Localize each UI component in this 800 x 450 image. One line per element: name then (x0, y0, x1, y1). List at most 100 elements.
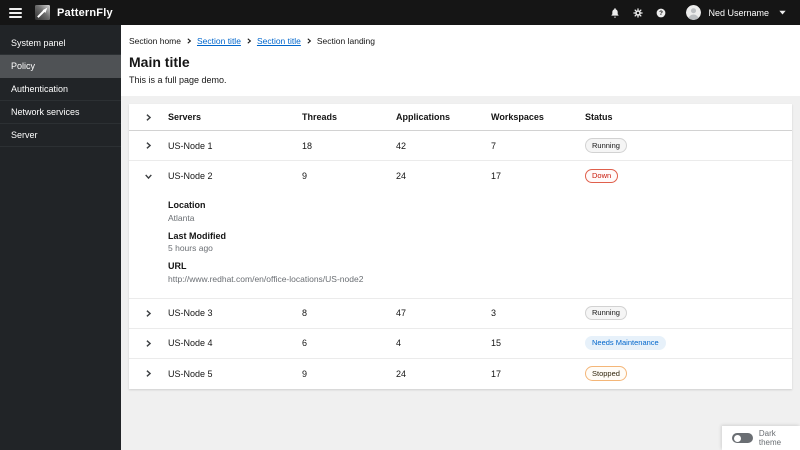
page-description: This is a full page demo. (129, 75, 227, 85)
hamburger-icon (9, 7, 22, 18)
chevron-right-icon (146, 113, 152, 121)
servers-table: Servers Threads Applications Workspaces … (129, 104, 792, 389)
applications-value: 47 (396, 308, 407, 318)
toggle-knob-icon (733, 434, 741, 442)
column-header-applications: Applications (396, 112, 451, 122)
collapse-all-toggle[interactable] (143, 112, 154, 123)
expand-cell (129, 161, 168, 191)
threads-value: 8 (302, 308, 308, 318)
nav-toggle-button[interactable] (9, 7, 22, 18)
svg-text:?: ? (659, 10, 663, 17)
user-name: Ned Username (708, 7, 769, 18)
sidebar: System panel Policy Authentication Netwo… (0, 25, 121, 450)
brand[interactable]: PatternFly (35, 5, 113, 20)
breadcrumb-separator-icon (247, 38, 252, 44)
workspaces-value: 17 (491, 368, 502, 379)
detail-url: URL http://www.redhat.com/en/office-loca… (168, 261, 776, 284)
sidebar-item-server[interactable]: Server (0, 124, 121, 147)
sidebar-item-label: Policy (11, 61, 36, 71)
breadcrumb: Section home Section title Section title… (129, 36, 784, 46)
settings-button[interactable] (626, 3, 649, 23)
page-header: Section home Section title Section title… (121, 25, 800, 96)
breadcrumb-separator-icon (187, 38, 192, 44)
brand-name: PatternFly (57, 6, 113, 19)
sidebar-item-label: Network services (11, 107, 80, 117)
threads-value: 9 (302, 171, 308, 181)
breadcrumb-item: Section home (129, 36, 181, 46)
table-row-us-node-5: US-Node 5 9 24 17 Stopped (129, 359, 792, 389)
collapse-toggle[interactable] (143, 171, 154, 182)
breadcrumb-current: Section landing (316, 36, 376, 46)
avatar (686, 5, 702, 20)
table-row-us-node-3: US-Node 3 8 47 3 Running (129, 299, 792, 329)
sidebar-item-network-services[interactable]: Network services (0, 101, 121, 124)
threads-value: 6 (302, 338, 308, 348)
sidebar-item-policy[interactable]: Policy (0, 55, 121, 78)
question-circle-icon: ? (656, 8, 666, 17)
page-title: Main title (129, 54, 190, 70)
applications-value: 42 (396, 140, 407, 151)
app-root: PatternFly ? Ned Username System panel P… (0, 0, 800, 450)
masthead: PatternFly ? Ned Username (0, 0, 800, 25)
masthead-left: PatternFly (9, 5, 113, 20)
detail-value: http://www.redhat.com/en/office-location… (168, 273, 364, 284)
detail-label: Last Modified (168, 230, 226, 241)
expand-toggle[interactable] (143, 308, 154, 319)
chevron-down-icon (145, 173, 152, 179)
table-row-us-node-2: US-Node 2 9 24 17 Down (129, 161, 792, 191)
hamburger-bar (9, 7, 22, 10)
hamburger-bar (9, 11, 22, 14)
sidebar-item-label: Authentication (11, 84, 69, 94)
workspaces-value: 15 (491, 338, 502, 348)
table-row-us-node-1: US-Node 1 18 42 7 Running (129, 131, 792, 161)
expanded-row-content: Location Atlanta Last Modified 5 hours a… (129, 191, 792, 299)
sidebar-item-system-panel[interactable]: System panel (0, 32, 121, 55)
help-button[interactable]: ? (649, 3, 672, 23)
expand-cell (129, 359, 168, 389)
sidebar-item-label: Server (11, 130, 38, 140)
detail-value: Atlanta (168, 212, 195, 223)
breadcrumb-separator-icon (307, 38, 312, 44)
sidebar-item-authentication[interactable]: Authentication (0, 78, 121, 101)
hamburger-bar (9, 15, 22, 18)
status-badge: Needs Maintenance (585, 335, 666, 351)
table-header-row: Servers Threads Applications Workspaces … (129, 104, 792, 131)
caret-down-icon (779, 10, 786, 15)
expand-toggle[interactable] (143, 338, 154, 349)
server-name: US-Node 5 (168, 368, 213, 379)
expand-toggle[interactable] (143, 140, 154, 151)
workspaces-value: 17 (491, 171, 502, 181)
table-row-us-node-4: US-Node 4 6 4 15 Needs Maintenance (129, 329, 792, 359)
detail-label: URL (168, 261, 187, 271)
chevron-right-icon (146, 339, 152, 347)
notifications-button[interactable] (603, 3, 626, 23)
server-name: US-Node 3 (168, 308, 213, 318)
dark-theme-label: Dark theme (758, 429, 782, 447)
applications-value: 24 (396, 171, 407, 181)
breadcrumb-link[interactable]: Section title (257, 36, 301, 46)
patternfly-logo-icon (35, 5, 50, 20)
chevron-right-icon (146, 370, 152, 377)
applications-value: 24 (396, 368, 407, 379)
chevron-right-icon (146, 142, 152, 149)
server-name: US-Node 1 (168, 140, 213, 151)
detail-value: 5 hours ago (168, 243, 213, 253)
detail-location: Location Atlanta (168, 200, 776, 223)
applications-value: 4 (396, 338, 402, 348)
column-header-threads: Threads (302, 112, 338, 122)
detail-label: Location (168, 200, 206, 210)
expand-cell (129, 131, 168, 160)
status-badge: Down (585, 168, 619, 184)
dark-theme-toggle[interactable] (732, 433, 753, 443)
expand-cell (129, 299, 168, 328)
status-badge: Stopped (585, 366, 627, 381)
expand-cell (129, 329, 168, 358)
server-name: US-Node 4 (168, 338, 213, 348)
breadcrumb-link[interactable]: Section title (197, 36, 241, 46)
gear-icon (633, 7, 643, 18)
expand-toggle[interactable] (143, 368, 154, 379)
server-name: US-Node 2 (168, 171, 213, 181)
column-header-status: Status (585, 112, 613, 122)
column-header-servers: Servers (168, 112, 202, 122)
user-menu[interactable]: Ned Username (686, 5, 786, 20)
